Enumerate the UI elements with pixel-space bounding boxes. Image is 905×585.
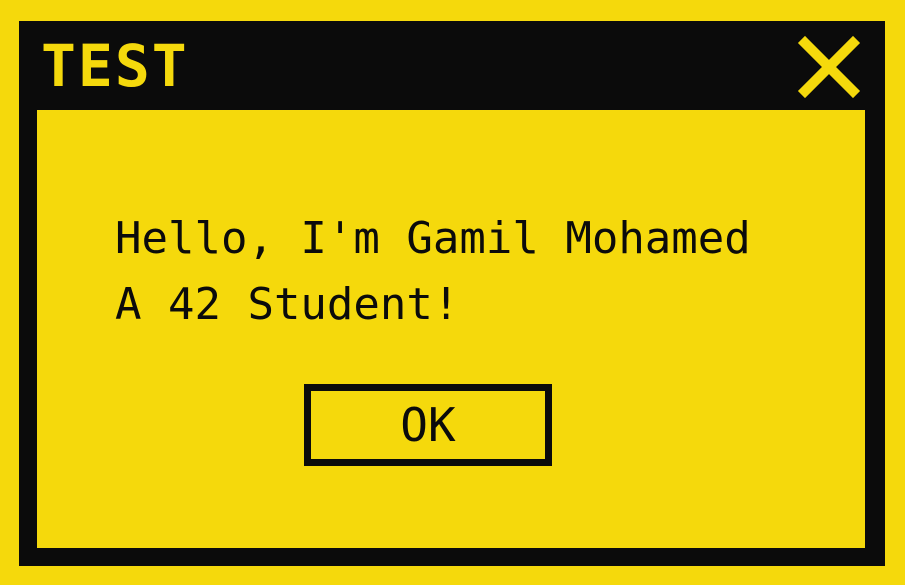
close-icon [797,35,861,99]
ok-button-label: OK [400,398,456,452]
close-button[interactable] [797,35,861,99]
window-title: TEST [41,32,189,100]
dialog-content: Hello, I'm Gamil Mohamed A 42 Student! O… [37,110,865,548]
message-line-2: A 42 Student! [115,279,460,330]
ok-button[interactable]: OK [304,384,552,466]
title-bar: TEST [19,21,885,109]
dialog-window: TEST Hello, I'm Gamil Mohamed A 42 Stude… [19,21,885,566]
message-text: Hello, I'm Gamil Mohamed A 42 Student! [115,206,835,338]
message-line-1: Hello, I'm Gamil Mohamed [115,213,751,264]
